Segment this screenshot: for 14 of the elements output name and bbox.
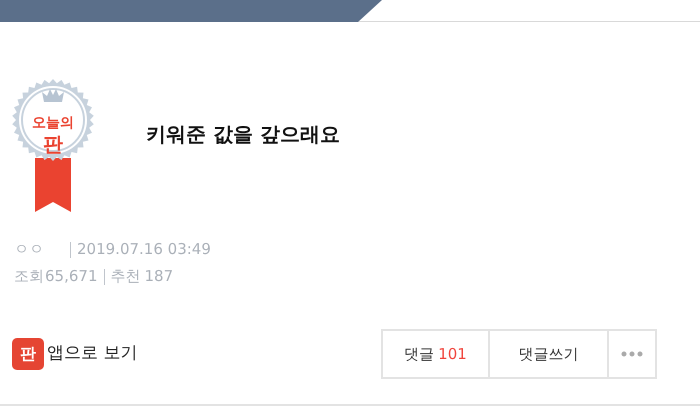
write-comment-button[interactable]: 댓글쓰기 xyxy=(488,331,607,377)
comments-button[interactable]: 댓글 101 xyxy=(383,331,488,377)
app-link[interactable]: 판 앱으로 보기 xyxy=(12,338,138,370)
app-icon: 판 xyxy=(12,338,44,370)
view-count: 65,671 xyxy=(45,266,98,287)
views-label: 조회 xyxy=(14,266,44,287)
more-icon xyxy=(621,351,643,357)
badge-label: 오늘의 xyxy=(31,116,75,130)
author: ㅇㅇ xyxy=(14,239,45,260)
post-date: 2019.07.16 03:49 xyxy=(77,239,211,260)
recommend-label: 추천 xyxy=(110,266,140,287)
recommend-count: 187 xyxy=(144,266,174,287)
post-title: 키워준 값을 갚으래요 xyxy=(146,121,340,148)
badge-label: 판 xyxy=(42,134,64,154)
